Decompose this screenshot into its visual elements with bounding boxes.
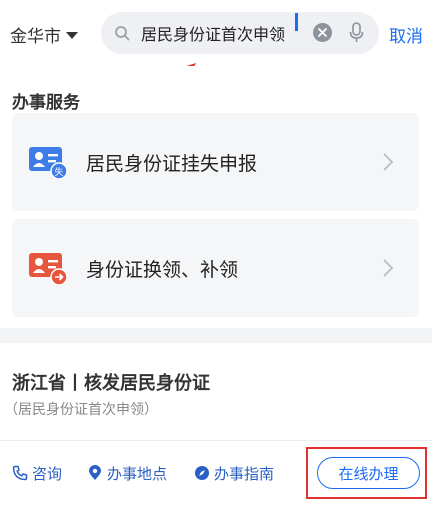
text-cursor (295, 13, 298, 31)
section-title: 办事服务 (12, 93, 80, 113)
service-card-report-loss[interactable]: 失 居民身份证挂失申报 (12, 113, 419, 211)
search-input[interactable] (141, 12, 311, 54)
online-apply-button[interactable]: 在线办理 (317, 457, 420, 489)
divider (0, 440, 432, 441)
card-badge: 失 (54, 168, 64, 178)
search-icon (115, 26, 130, 41)
location-button[interactable]: 办事地点 (87, 461, 167, 485)
location-pin-icon (89, 465, 101, 480)
id-card-renew-icon (29, 253, 68, 285)
action-label: 办事地点 (107, 464, 168, 483)
cancel-button[interactable]: 取消 (389, 20, 423, 48)
top-bar: 金华市 取消 (0, 0, 432, 66)
compass-icon (195, 466, 209, 480)
phone-icon (12, 465, 28, 481)
result-title: 浙江省丨核发居民身份证 (12, 373, 210, 394)
result-card[interactable]: 浙江省丨核发居民身份证 （居民身份证首次申领） 咨询 办事地点 办事指南 在线办… (0, 343, 432, 518)
chevron-right-icon (383, 153, 393, 171)
service-label: 居民身份证挂失申报 (86, 152, 258, 175)
action-label: 办事指南 (214, 464, 275, 483)
result-subtitle: （居民身份证首次申领） (4, 402, 158, 418)
service-label: 身份证换领、补领 (86, 258, 239, 281)
chevron-right-icon (383, 259, 393, 277)
services-section: 办事服务 失 居民身份证挂失申报 身份证换领、补领 (0, 66, 432, 328)
microphone-icon[interactable] (349, 22, 364, 43)
caret-down-icon (66, 31, 78, 39)
action-label: 咨询 (32, 464, 63, 483)
search-box[interactable] (101, 12, 379, 54)
city-selector[interactable]: 金华市 (10, 20, 78, 48)
guide-button[interactable]: 办事指南 (194, 461, 274, 485)
clear-search-icon[interactable] (313, 23, 332, 42)
city-label: 金华市 (10, 26, 61, 47)
service-card-renew[interactable]: 身份证换领、补领 (12, 219, 419, 317)
consult-button[interactable]: 咨询 (12, 461, 62, 485)
